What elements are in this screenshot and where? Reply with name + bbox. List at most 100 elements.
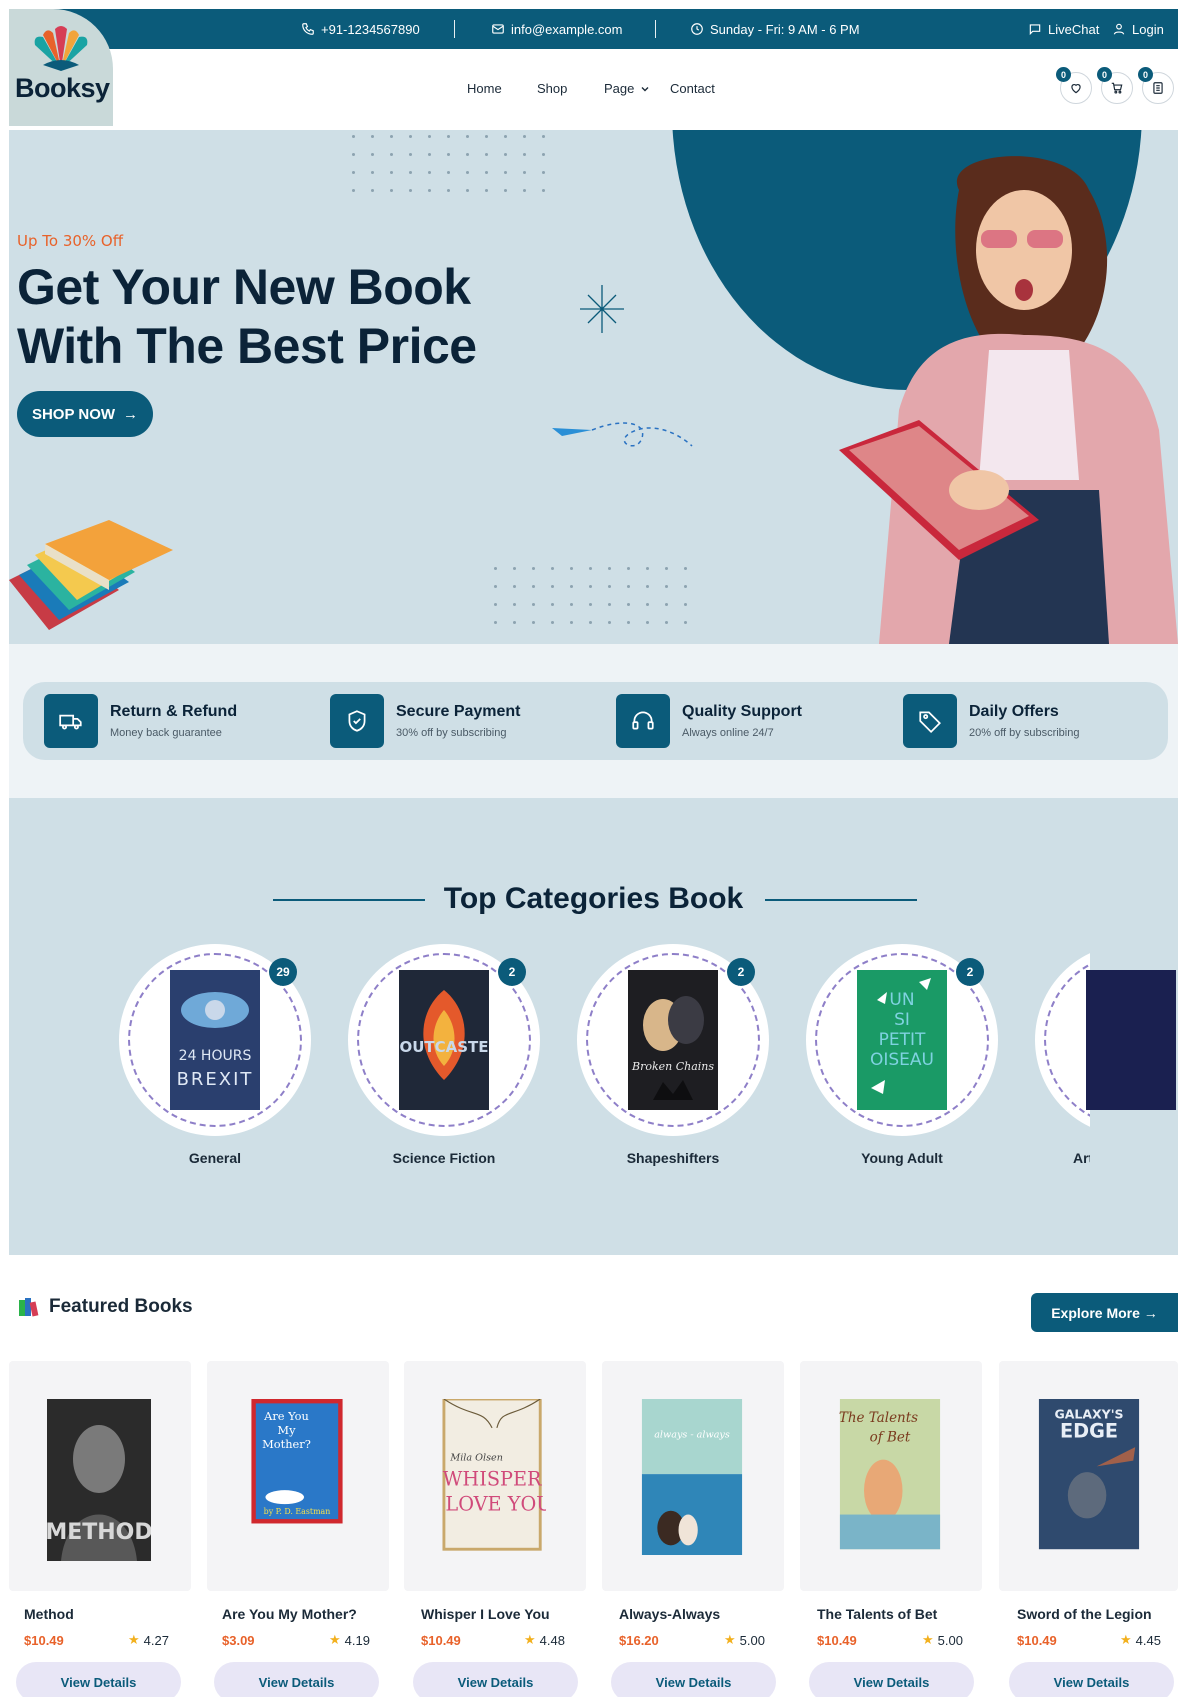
nav-label: Shop [537, 81, 568, 96]
book-title[interactable]: Whisper I Love You [421, 1606, 550, 1622]
category-label: Science Fiction [392, 1150, 496, 1166]
book-title[interactable]: The Talents of Bet [817, 1606, 937, 1622]
feature-title: Daily Offers [969, 703, 1059, 720]
view-details-button[interactable]: View Details [1009, 1662, 1174, 1697]
book-card-are-you-my-mother[interactable]: Are You My Mother? by P. D. Eastman [207, 1361, 389, 1591]
logo-text: Booksy [15, 73, 110, 103]
book-title[interactable]: Method [24, 1606, 74, 1622]
hero-title-line1: Get Your New Book [17, 259, 471, 315]
book-cover-partial [1086, 970, 1176, 1110]
svg-text:BREXIT: BREXIT [177, 1069, 254, 1090]
svg-text:OUTCASTE: OUTCASTE [399, 1038, 488, 1056]
svg-text:My: My [277, 1423, 296, 1437]
main-navigation: Home Shop Page Contact 0 0 0 [9, 49, 1178, 130]
star-icon: ★ [724, 1632, 736, 1647]
book-fan-logo-icon [34, 26, 88, 71]
book-price: $16.20 [619, 1633, 659, 1648]
nav-item-shop[interactable]: Shop [537, 81, 567, 96]
feature-subtitle: Always online 24/7 [682, 727, 774, 739]
book-cover-galaxys-edge: GALAXY'S EDGE [1038, 1399, 1140, 1550]
offer-text: Up To 30% Off [17, 232, 124, 250]
category-circle: 2 OUTCASTE [348, 944, 540, 1136]
category-card-science-fiction[interactable]: 2 OUTCASTE Science Fiction [348, 944, 540, 1166]
wishlist-count-badge: 0 [1056, 67, 1071, 82]
compare-button[interactable]: 0 [1138, 67, 1174, 104]
svg-text:Are You: Are You [263, 1409, 309, 1423]
email-contact[interactable]: info@example.com [491, 9, 622, 49]
book-cover-outcaste: OUTCASTE [399, 970, 489, 1110]
nav-item-contact[interactable]: Contact [670, 81, 715, 96]
svg-text:of Bet: of Bet [870, 1429, 911, 1445]
chat-icon [1029, 24, 1041, 36]
book-rating: ★ 4.19 [329, 1632, 370, 1648]
feature-daily-offers: Daily Offers 20% off by subscribing [903, 694, 1079, 748]
category-card-general[interactable]: 29 24 HOURS BREXIT General [119, 944, 311, 1166]
rating-value: 4.45 [1135, 1632, 1161, 1648]
phone-number: +91-1234567890 [321, 21, 420, 37]
nav-label: Page [604, 81, 635, 96]
book-card-method[interactable]: METHOD [9, 1361, 191, 1591]
book-title[interactable]: Always-Always [619, 1606, 720, 1622]
hero-title-line2: With The Best Price [17, 318, 477, 374]
hero-title: Get Your New Book With The Best Price [17, 258, 477, 376]
feature-icon-box [330, 694, 384, 748]
svg-text:always - always: always - always [654, 1430, 730, 1441]
book-title[interactable]: Sword of the Legion [1017, 1606, 1152, 1622]
view-details-button[interactable]: View Details [809, 1662, 974, 1697]
feature-secure-payment: Secure Payment 30% off by subscribing [330, 694, 521, 748]
compare-count-badge: 0 [1138, 67, 1153, 82]
book-card-sword-of-the-legion[interactable]: GALAXY'S EDGE [999, 1361, 1178, 1591]
book-title[interactable]: Are You My Mother? [222, 1606, 357, 1622]
star-icon: ★ [1120, 1632, 1132, 1647]
rating-value: 4.19 [344, 1632, 370, 1648]
livechat-link[interactable]: LiveChat [1028, 9, 1099, 49]
book-price: $10.49 [817, 1633, 857, 1648]
feature-subtitle: 30% off by subscribing [396, 727, 507, 739]
svg-text:OISEAU: OISEAU [870, 1050, 934, 1070]
book-rating: ★ 4.27 [128, 1632, 169, 1648]
category-count-badge: 29 [269, 958, 297, 986]
dot-pattern [352, 135, 545, 192]
login-link[interactable]: Login [1112, 9, 1164, 49]
opening-hours: Sunday - Fri: 9 AM - 6 PM [690, 9, 860, 49]
view-details-button[interactable]: View Details [16, 1662, 181, 1697]
category-circle: 2 Broken Chains [577, 944, 769, 1136]
svg-text:Broken Chains: Broken Chains [631, 1060, 714, 1073]
category-count-badge: 2 [727, 958, 755, 986]
book-card-whisper-i-love-you[interactable]: Mila Olsen WHISPER I LOVE YOU [404, 1361, 586, 1591]
svg-text:I LOVE YOU: I LOVE YOU [442, 1493, 546, 1516]
view-details-button[interactable]: View Details [611, 1662, 776, 1697]
view-details-button[interactable]: View Details [214, 1662, 379, 1697]
divider [454, 20, 455, 38]
wishlist-button[interactable]: 0 [1056, 67, 1092, 104]
book-card-always-always[interactable]: always - always [602, 1361, 784, 1591]
shop-now-button[interactable]: SHOP NOW → [17, 391, 153, 437]
nav-item-page[interactable]: Page [604, 81, 650, 96]
features-bar: Return & Refund Money back guarantee Sec… [23, 682, 1168, 760]
view-details-button[interactable]: View Details [413, 1662, 578, 1697]
shop-now-label: SHOP NOW [31, 405, 116, 423]
featured-books-header: Featured Books [19, 1296, 193, 1318]
cart-button[interactable]: 0 [1097, 67, 1133, 104]
phone-contact[interactable]: +91-1234567890 [301, 9, 420, 49]
mail-icon [492, 24, 504, 34]
explore-more-button[interactable]: Explore More → [1031, 1293, 1178, 1332]
feature-title: Quality Support [682, 703, 802, 720]
svg-text:Mila Olsen: Mila Olsen [449, 1453, 503, 1464]
book-cover-un-si-petit-oiseau: UN SI PETIT OISEAU [857, 970, 947, 1110]
category-card-young-adult[interactable]: 2 UN SI PETIT OISEAU Young Adult [806, 944, 998, 1166]
feature-return-refund: Return & Refund Money back guarantee [44, 694, 237, 748]
category-circle [1035, 944, 1178, 1136]
category-count-badge: 2 [956, 958, 984, 986]
nav-item-home[interactable]: Home [467, 81, 502, 96]
category-card-shapeshifters[interactable]: 2 Broken Chains Shapeshifters [577, 944, 769, 1166]
star-icon: ★ [128, 1632, 140, 1647]
book-card-the-talents-of-bet[interactable]: The Talents of Bet [800, 1361, 982, 1591]
star-icon: ★ [922, 1632, 934, 1647]
top-categories-section: Top Categories Book 29 24 HOURS BREXIT G… [9, 798, 1178, 1255]
svg-text:24 HOURS: 24 HOURS [179, 1048, 252, 1064]
rating-value: 5.00 [937, 1632, 963, 1648]
rating-value: 4.27 [143, 1632, 169, 1648]
book-cover-always-always: always - always [641, 1399, 743, 1555]
book-rating: ★ 5.00 [922, 1632, 963, 1648]
